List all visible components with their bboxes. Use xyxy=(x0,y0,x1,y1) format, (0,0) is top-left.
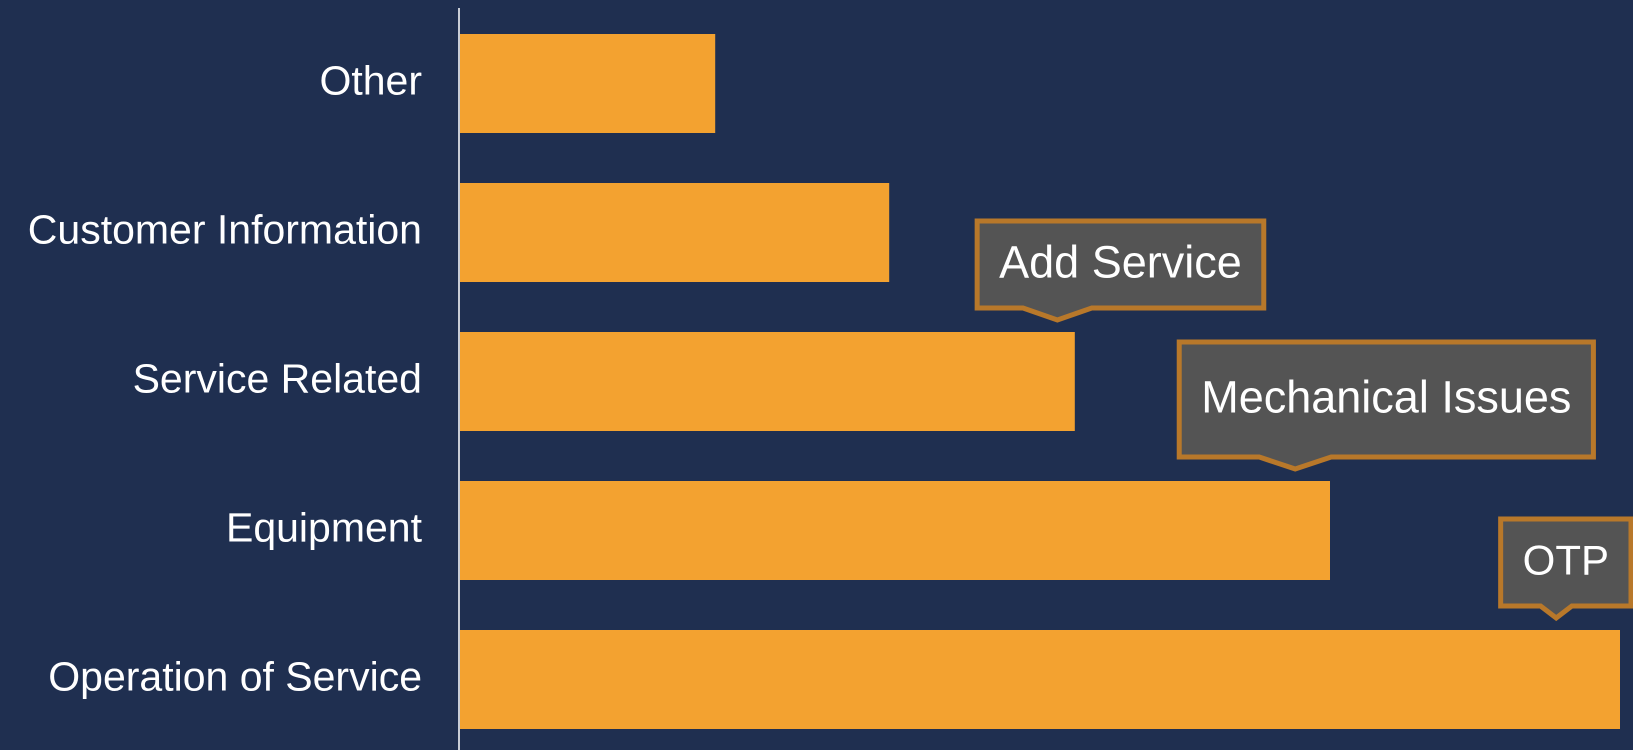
callout-add-service: Add Service xyxy=(974,218,1267,323)
category-label-operation-of-service: Operation of Service xyxy=(48,653,422,699)
category-label-customer-information: Customer Information xyxy=(28,206,422,252)
bar-service-related xyxy=(460,332,1075,431)
category-label-other: Other xyxy=(319,57,422,103)
bar-operation-of-service xyxy=(460,630,1620,729)
bar-other xyxy=(460,34,716,133)
callout-otp: OTP xyxy=(1498,516,1633,622)
chart: Other Customer Information Service Related… xyxy=(0,0,1633,750)
category-label-service-related: Service Related xyxy=(133,355,422,401)
callout-text-otp: OTP xyxy=(1523,537,1609,584)
bar-equipment xyxy=(460,481,1330,580)
callout-text-mechanical-issues: Mechanical Issues xyxy=(1201,371,1571,422)
horizontal-bar-chart: Other Customer Information Service Related… xyxy=(0,0,1633,750)
callout-mechanical-issues: Mechanical Issues xyxy=(1176,339,1596,472)
bar-customer-information xyxy=(460,183,890,282)
category-label-equipment: Equipment xyxy=(226,504,423,550)
callout-text-add-service: Add Service xyxy=(999,236,1242,287)
